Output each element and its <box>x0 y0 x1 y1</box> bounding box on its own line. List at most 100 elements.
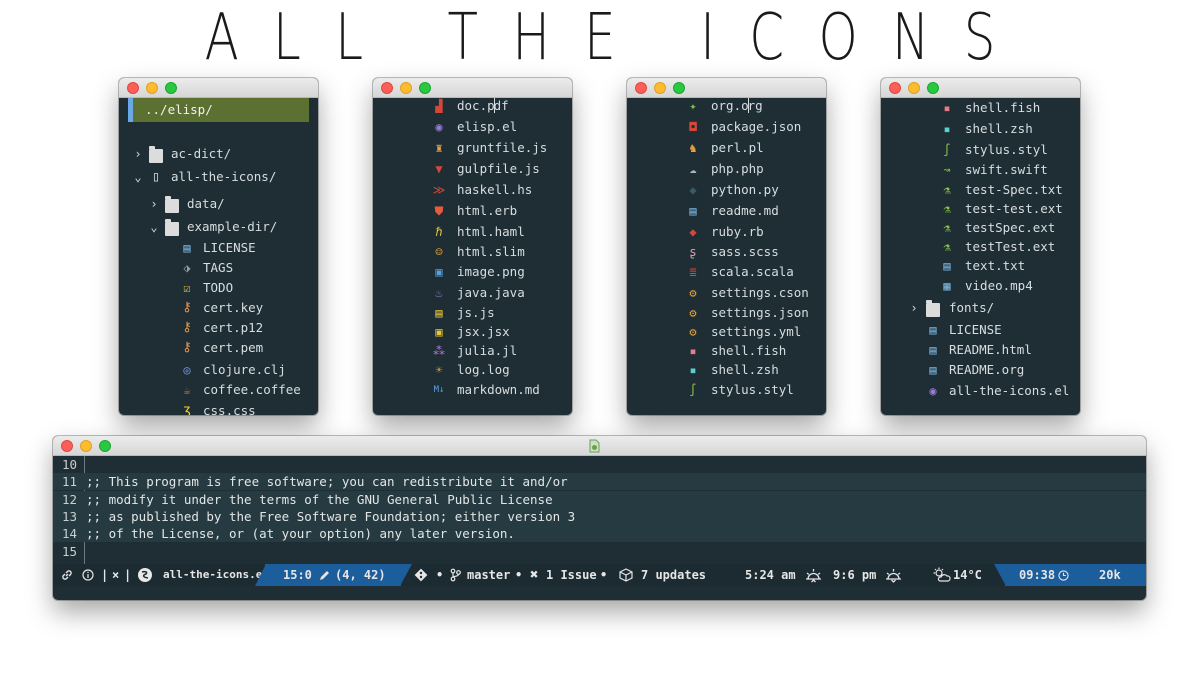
tree-item-markdown-md[interactable]: M↓ markdown.md <box>373 380 572 400</box>
minimize-window-button[interactable] <box>400 82 412 94</box>
tree-item-label: sass.scss <box>711 244 779 259</box>
tree-item-ruby-rb[interactable]: ◆ ruby.rb <box>627 222 826 242</box>
tree-item-license[interactable]: ▤ LICENSE <box>119 238 318 258</box>
tree-item-cert-key[interactable]: ⚷ cert.key <box>119 298 318 318</box>
tree-item-julia-jl[interactable]: ⁂ julia.jl <box>373 341 572 361</box>
tree-item-js-js[interactable]: ▤ js.js <box>373 303 572 323</box>
tree-item-ac-dict[interactable]: › ac-dict/ <box>119 144 318 164</box>
zoom-window-button[interactable] <box>419 82 431 94</box>
tree-item-html-erb[interactable]: ⛊ html.erb <box>373 201 572 221</box>
window-titlebar <box>53 436 1146 456</box>
editor-line[interactable]: 15 <box>53 543 1146 560</box>
tree-item-perl-pl[interactable]: ♞ perl.pl <box>627 138 826 158</box>
tree-header-parent-dir[interactable]: ../elisp/ <box>119 100 318 120</box>
tree-item-elisp-el[interactable]: ◉ elisp.el <box>373 117 572 137</box>
editor-line[interactable]: 12 ;; modify it under the terms of the GN… <box>53 491 1146 508</box>
editor-line[interactable]: 14 ;; of the License, or (at your option)… <box>53 525 1146 542</box>
tree-item-data[interactable]: › data/ <box>119 194 318 214</box>
info-circle-icon[interactable] <box>82 569 94 581</box>
tree-item-html-slim[interactable]: ☺ html.slim <box>373 242 572 262</box>
line-text: ;; This program is free software; you ca… <box>86 474 568 489</box>
minimize-window-button[interactable] <box>654 82 666 94</box>
tree-item-readme-md[interactable]: ▤ readme.md <box>627 201 826 221</box>
minimize-window-button[interactable] <box>146 82 158 94</box>
tree-item-readme-html[interactable]: ▤ README.html <box>881 340 1080 360</box>
tree-item-todo[interactable]: ☑ TODO <box>119 278 318 298</box>
flycheck-issues[interactable]: 1 Issue <box>546 564 597 586</box>
file-tree-window-files-c: ▪ shell.fish ▪ shell.zsh ∫ stylus.styl ↝ swift.… <box>881 78 1080 415</box>
close-window-button[interactable] <box>381 82 393 94</box>
zoom-window-button[interactable] <box>99 440 111 452</box>
tree-item-php-php[interactable]: ☁ php.php <box>627 159 826 179</box>
tree-item-org-org[interactable]: ✦ org.org <box>627 98 826 116</box>
tree-item-coffee-coffee[interactable]: ☕ coffee.coffee <box>119 380 318 400</box>
close-window-button[interactable] <box>635 82 647 94</box>
tree-item-testtest-ext[interactable]: ⚗ testTest.ext <box>881 237 1080 257</box>
tree-item-test-test-ext[interactable]: ⚗ test-test.ext <box>881 199 1080 219</box>
tree-item-clojure-clj[interactable]: ◎ clojure.clj <box>119 360 318 380</box>
tree-item-css-css[interactable]: ʒ css.css <box>119 401 318 415</box>
link-icon[interactable] <box>61 569 73 581</box>
editor-line[interactable]: 13 ;; as published by the Free Software F… <box>53 508 1146 525</box>
tree-item-swift-swift[interactable]: ↝ swift.swift <box>881 160 1080 180</box>
tree-item-stylus-styl[interactable]: ∫ stylus.styl <box>627 380 826 400</box>
close-window-button[interactable] <box>61 440 73 452</box>
tree-item-jsx-jsx[interactable]: ▣ jsx.jsx <box>373 322 572 342</box>
tree-item-python-py[interactable]: ◆ python.py <box>627 180 826 200</box>
tree-item-shell-fish[interactable]: ▪ shell.fish <box>881 98 1080 118</box>
tree-item-fonts[interactable]: › fonts/ <box>881 298 1080 318</box>
buffer-name[interactable]: all-the-icons.el <box>163 564 269 586</box>
tree-item-shell-fish[interactable]: ▪ shell.fish <box>627 341 826 361</box>
tree-item-doc-pdf[interactable]: ▟ doc.pdf <box>373 98 572 116</box>
minimize-window-button[interactable] <box>908 82 920 94</box>
tree-item-all-the-icons-el[interactable]: ◉ all-the-icons.el <box>881 381 1080 401</box>
tree-item-example-dir[interactable]: ⌄ example-dir/ <box>119 217 318 237</box>
tree-item-cert-p12[interactable]: ⚷ cert.p12 <box>119 318 318 338</box>
chevron-down-icon[interactable]: ⌄ <box>147 220 161 234</box>
line-number: 11 <box>61 474 77 489</box>
tree-item-license[interactable]: ▤ LICENSE <box>881 320 1080 340</box>
tree-item-all-the-icons[interactable]: ⌄ ▯ all-the-icons/ <box>119 167 318 187</box>
tree-item-java-java[interactable]: ♨ java.java <box>373 283 572 303</box>
editor-line[interactable]: 11 ;; This program is free software; you … <box>53 473 1146 490</box>
tree-item-cert-pem[interactable]: ⚷ cert.pem <box>119 338 318 358</box>
tree-item-testspec-ext[interactable]: ⚗ testSpec.ext <box>881 218 1080 238</box>
close-window-button[interactable] <box>889 82 901 94</box>
package-updates[interactable]: 7 updates <box>641 564 706 586</box>
tree-item-tags[interactable]: ⬗ TAGS <box>119 258 318 278</box>
tree-item-scala-scala[interactable]: ≣ scala.scala <box>627 262 826 282</box>
tree-item-stylus-styl[interactable]: ∫ stylus.styl <box>881 140 1080 160</box>
buffer-close-icon[interactable]: × <box>112 564 119 586</box>
tree-item-shell-zsh[interactable]: ▪ shell.zsh <box>627 360 826 380</box>
editor-text-area[interactable]: 10 11 ;; This program is free software; yo… <box>53 456 1146 564</box>
chevron-down-icon[interactable]: ⌄ <box>131 170 145 184</box>
tree-item-log-log[interactable]: ☀ log.log <box>373 360 572 380</box>
tree-item-text-txt[interactable]: ▤ text.txt <box>881 256 1080 276</box>
tree-item-package-json[interactable]: ◘ package.json <box>627 117 826 137</box>
tree-item-label: log.log <box>457 362 510 377</box>
zoom-window-button[interactable] <box>165 82 177 94</box>
tree-item-settings-json[interactable]: ⚙ settings.json <box>627 303 826 323</box>
tree-item-gulpfile-js[interactable]: ▼ gulpfile.js <box>373 159 572 179</box>
close-window-button[interactable] <box>127 82 139 94</box>
tree-item-readme-org[interactable]: ▤ README.org <box>881 360 1080 380</box>
tree-item-shell-zsh[interactable]: ▪ shell.zsh <box>881 119 1080 139</box>
editor-line[interactable]: 10 <box>53 456 1146 473</box>
tree-item-image-png[interactable]: ▣ image.png <box>373 262 572 282</box>
zoom-window-button[interactable] <box>927 82 939 94</box>
tree-item-html-haml[interactable]: ℏ html.haml <box>373 222 572 242</box>
tree-item-settings-cson[interactable]: ⚙ settings.cson <box>627 283 826 303</box>
chevron-right-icon[interactable]: › <box>907 301 921 315</box>
zoom-window-button[interactable] <box>673 82 685 94</box>
tree-item-sass-scss[interactable]: ʂ sass.scss <box>627 242 826 262</box>
git-branch-name[interactable]: master <box>467 564 510 586</box>
tree-item-video-mp4[interactable]: ▦ video.mp4 <box>881 276 1080 296</box>
minimize-window-button[interactable] <box>80 440 92 452</box>
tree-item-settings-yml[interactable]: ⚙ settings.yml <box>627 322 826 342</box>
tree-item-haskell-hs[interactable]: ≫ haskell.hs <box>373 180 572 200</box>
tree-item-test-spec-txt[interactable]: ⚗ test-Spec.txt <box>881 180 1080 200</box>
chevron-right-icon[interactable]: › <box>147 197 161 211</box>
chevron-right-icon[interactable]: › <box>131 147 145 161</box>
sunrise-icon <box>806 569 821 583</box>
tree-item-gruntfile-js[interactable]: ♜ gruntfile.js <box>373 138 572 158</box>
